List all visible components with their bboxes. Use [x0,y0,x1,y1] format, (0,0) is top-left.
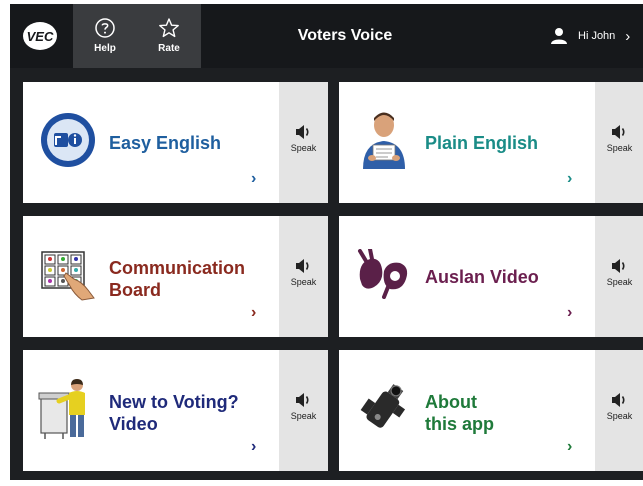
tile-title: Auslan Video [425,267,539,287]
chevron-right-icon: › [251,304,257,321]
sign-language-hands-icon [351,241,417,307]
tile-title-line1: About [425,392,477,412]
speaker-icon [611,125,625,139]
speaker-icon [295,393,309,407]
help-icon [95,18,115,38]
app-frame: VEC Help Rate Voters Voice Hi John › Eas… [10,4,643,480]
help-button[interactable]: Help [73,4,137,68]
speak-label: Speak [290,143,317,153]
user-account-button[interactable]: Hi John › [550,22,630,50]
new-to-voting-video-button[interactable]: New to Voting? Video › [23,350,279,471]
speak-label: Speak [606,411,633,421]
tile-title: Easy English [109,133,222,153]
app-title: Voters Voice [297,27,393,44]
tile-title-line2: Board [109,280,162,300]
tile-new-to-voting-video: New to Voting? Video › Speak [23,350,328,471]
speaker-icon [611,259,625,273]
chevron-right-icon: › [567,170,573,187]
speaker-icon [295,259,309,273]
speak-button[interactable]: Speak [279,82,328,203]
top-bar: VEC Help Rate Voters Voice Hi John › [10,4,643,68]
communication-board-button[interactable]: Communication Board › [23,216,279,337]
star-icon [159,18,179,38]
speaker-icon [611,393,625,407]
chevron-right-icon: › [567,438,573,455]
vec-logo: VEC [22,20,58,52]
tile-communication-board: Communication Board › Speak [23,216,328,337]
tile-title-line2: this app [425,414,495,434]
user-greeting: Hi John [578,30,616,42]
speak-label: Speak [290,411,317,421]
tile-plain-english: Plain English › Speak [339,82,643,203]
chevron-right-icon: › [567,304,573,321]
tile-title: Plain English [425,133,539,153]
person-reading-icon [351,107,417,173]
speak-label: Speak [606,277,633,287]
speak-button[interactable]: Speak [595,82,643,203]
rate-button[interactable]: Rate [137,4,201,68]
tile-auslan-video: Auslan Video › Speak [339,216,643,337]
help-label: Help [94,43,116,54]
speak-button[interactable]: Speak [595,216,643,337]
speaker-icon [295,125,309,139]
tile-easy-english: Easy English › Speak [23,82,328,203]
speak-label: Speak [606,143,633,153]
svg-text:VEC: VEC [27,29,54,44]
user-icon [551,28,567,44]
tile-title-line1: Communication [109,258,246,278]
tile-title-line1: New to Voting? [109,392,239,412]
auslan-video-button[interactable]: Auslan Video › [339,216,595,337]
plain-english-button[interactable]: Plain English › [339,82,595,203]
tile-title: Communication Board [109,257,245,301]
voter-at-booth-icon [35,375,101,441]
video-camera-icon [351,375,417,441]
tile-about-this-app: About this app › Speak [339,350,643,471]
tile-title: New to Voting? Video [109,391,239,435]
speak-button[interactable]: Speak [279,216,328,337]
speak-button[interactable]: Speak [279,350,328,471]
rate-label: Rate [158,43,180,54]
communication-board-icon [35,241,101,307]
about-this-app-button[interactable]: About this app › [339,350,595,471]
chevron-right-icon: › [625,27,631,45]
chevron-right-icon: › [251,438,257,455]
tile-title: About this app [425,391,494,435]
speak-label: Speak [290,277,317,287]
tile-title-line2: Video [109,414,158,434]
chevron-right-icon: › [251,170,257,187]
easy-english-icon [35,107,101,173]
speak-button[interactable]: Speak [595,350,643,471]
easy-english-button[interactable]: Easy English › [23,82,279,203]
